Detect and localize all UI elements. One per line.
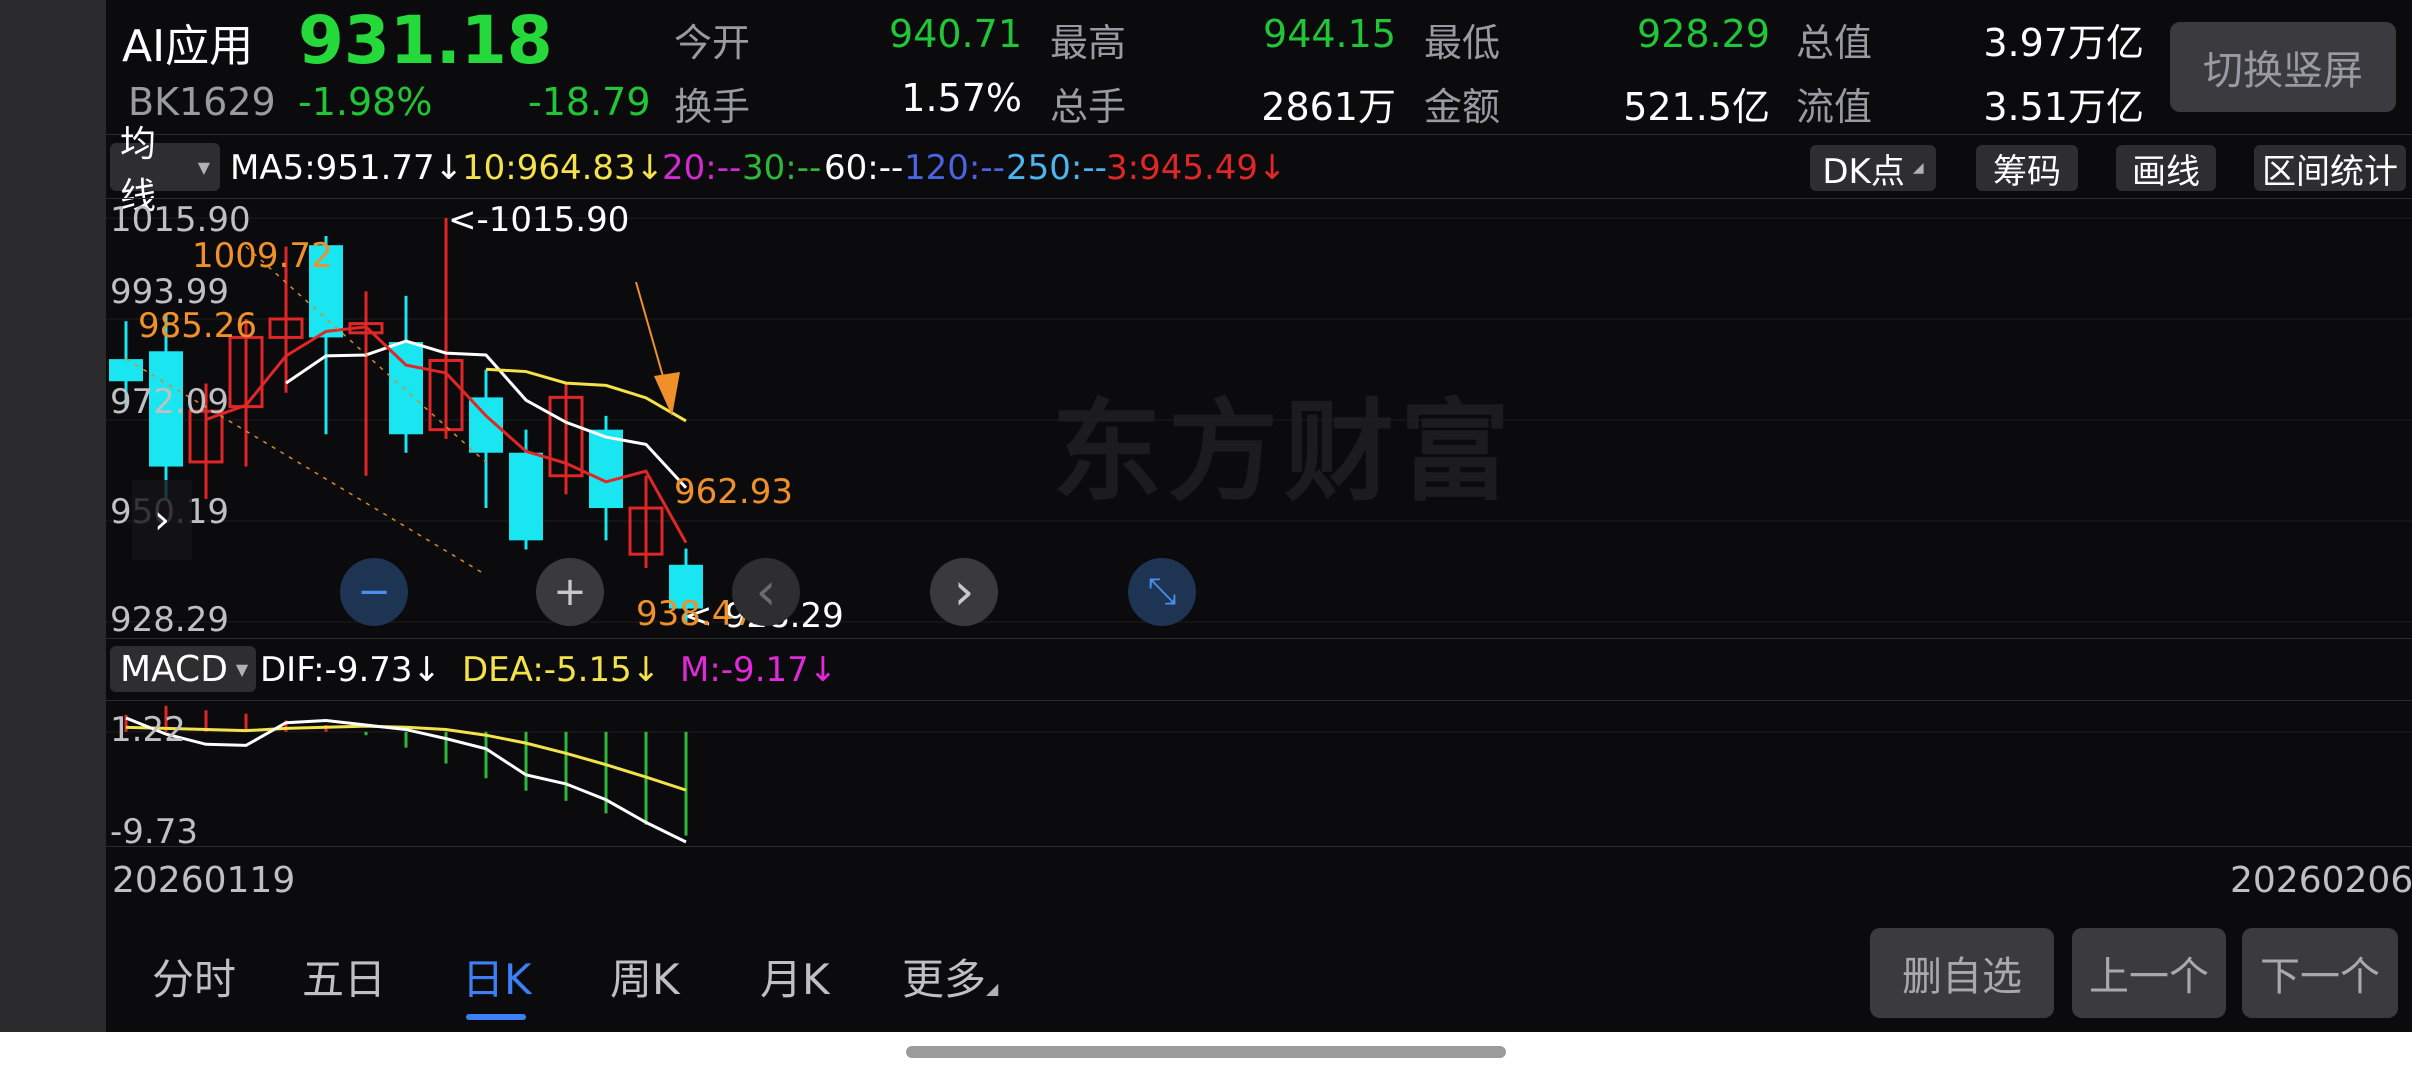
tab-more[interactable]: 更多◢ xyxy=(902,946,998,1007)
divider xyxy=(106,846,2412,847)
price-axis-tick: 928.29 xyxy=(110,600,229,640)
tab-intraday[interactable]: 分时 xyxy=(152,946,236,1007)
macd-m-value: M:-9.17↓ xyxy=(680,650,838,690)
tab-weekly-k[interactable]: 周K xyxy=(610,946,680,1007)
arrow-shaft xyxy=(635,281,665,381)
candle-body xyxy=(589,429,623,509)
macd-selector-label: MACD xyxy=(120,648,228,690)
collapse-icon[interactable]: ⤡ xyxy=(1128,558,1196,626)
home-indicator[interactable] xyxy=(906,1046,1506,1058)
next-page-button[interactable]: › xyxy=(930,558,998,626)
orange-price-label: 1009.72 xyxy=(192,236,333,276)
kline-chart[interactable] xyxy=(0,0,2412,1032)
macd-dif-value: DIF:-9.73↓ xyxy=(260,650,442,690)
zoom-in-button[interactable]: + xyxy=(536,558,604,626)
divider xyxy=(106,638,2412,639)
next-stock-button[interactable]: 下一个 xyxy=(2242,928,2398,1018)
dropdown-arrow-icon: ▼ xyxy=(235,659,249,679)
orange-price-label: 985.26 xyxy=(138,306,257,346)
previous-stock-button[interactable]: 上一个 xyxy=(2072,928,2226,1018)
zoom-out-button[interactable]: − xyxy=(340,558,408,626)
macd-axis-tick: 1.22 xyxy=(110,710,186,750)
high-annotation: <-1015.90 xyxy=(448,200,630,240)
end-date: 20260206 xyxy=(2230,860,2412,901)
divider xyxy=(106,700,2412,701)
expand-panel-chevron-icon[interactable]: › xyxy=(132,480,192,560)
prev-page-button[interactable]: ‹ xyxy=(732,558,800,626)
remove-watchlist-button[interactable]: 删自选 xyxy=(1870,928,2054,1018)
start-date: 20260119 xyxy=(112,860,296,901)
macd-selector[interactable]: MACD ▼ xyxy=(110,646,256,692)
orange-price-label: 962.93 xyxy=(674,472,793,512)
tab-five-day[interactable]: 五日 xyxy=(302,946,386,1007)
price-axis-tick: 1015.90 xyxy=(110,200,251,240)
tab-more-label: 更多 xyxy=(902,955,987,1004)
candle-body xyxy=(509,452,543,541)
active-tab-indicator xyxy=(466,1014,526,1020)
candle-body xyxy=(109,359,143,382)
tab-daily-k[interactable]: 日K xyxy=(462,946,532,1007)
tab-monthly-k[interactable]: 月K xyxy=(760,946,830,1007)
tab-more-corner-icon: ◢ xyxy=(986,979,999,998)
macd-dea-value: DEA:-5.15↓ xyxy=(462,650,661,690)
price-axis-tick: 972.09 xyxy=(110,382,229,422)
candle-body xyxy=(389,342,423,435)
app-screen: AI应用 931.18 BK1629 -1.98% -18.79 今开 940.… xyxy=(0,0,2412,1032)
